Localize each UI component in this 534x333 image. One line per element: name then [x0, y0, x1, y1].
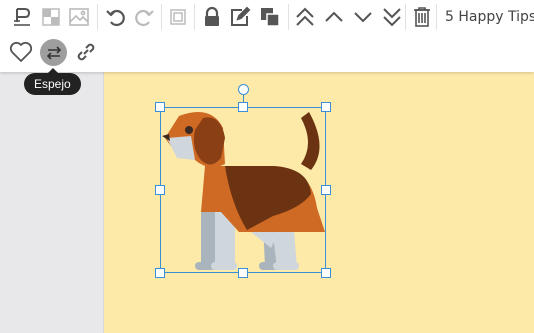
happy-tips-link[interactable]: 5 Happy Tips [445, 9, 534, 25]
toolbar-separator [405, 4, 406, 30]
favorite-icon[interactable] [8, 39, 34, 65]
toolbar-separator [161, 4, 162, 30]
crop-icon[interactable] [165, 4, 191, 30]
transparency-icon[interactable] [38, 4, 64, 30]
replace-image-icon[interactable] [66, 4, 92, 30]
move-bottom-icon[interactable] [379, 4, 405, 30]
move-top-icon[interactable] [292, 4, 318, 30]
toolbar-separator [97, 4, 98, 30]
redo-icon[interactable] [131, 4, 157, 30]
resize-handle-left[interactable] [155, 185, 165, 195]
mirror-icon [46, 45, 61, 60]
resize-handle-top-right[interactable] [321, 102, 331, 112]
lock-icon[interactable] [199, 4, 225, 30]
link-icon[interactable] [73, 39, 99, 65]
mirror-button[interactable] [40, 39, 67, 66]
resize-handle-right[interactable] [321, 185, 331, 195]
toolbar: 5 Happy Tips [0, 0, 534, 72]
delete-icon[interactable] [409, 4, 435, 30]
move-up-icon[interactable] [321, 4, 347, 30]
duplicate-icon[interactable] [257, 4, 283, 30]
mirror-tooltip: Espejo [24, 68, 81, 95]
toolbar-separator [436, 4, 437, 30]
rotation-handle[interactable] [238, 84, 249, 95]
paint-format-icon[interactable] [9, 4, 35, 30]
toolbar-separator [288, 4, 289, 30]
resize-handle-bottom-left[interactable] [155, 268, 165, 278]
resize-handle-top[interactable] [238, 102, 248, 112]
resize-handle-bottom-right[interactable] [321, 268, 331, 278]
resize-handle-bottom[interactable] [238, 268, 248, 278]
resize-handle-top-left[interactable] [155, 102, 165, 112]
undo-icon[interactable] [103, 4, 129, 30]
edit-icon[interactable] [227, 4, 253, 30]
selection-frame [160, 107, 326, 273]
toolbar-separator [194, 4, 195, 30]
move-down-icon[interactable] [350, 4, 376, 30]
